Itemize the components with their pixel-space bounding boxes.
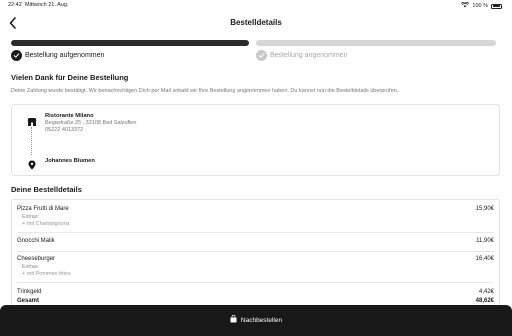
- tip-label: Trinkgeld: [17, 289, 42, 295]
- shopping-bag-icon: [230, 314, 237, 325]
- wifi-icon: [461, 1, 470, 10]
- order-details-title: Deine Bestelldetails: [11, 185, 82, 194]
- item-name: Cheeseburger: [17, 256, 56, 262]
- reorder-button[interactable]: Nachbestellen: [0, 313, 512, 327]
- item-price: 11,90€: [476, 238, 494, 244]
- progress-step-label: Bestellung aufgenommen: [25, 52, 105, 59]
- battery-icon: [491, 3, 502, 9]
- item-extras-label: Extras:: [22, 214, 40, 220]
- progress-step-label: Bestellung angenommen: [270, 52, 348, 59]
- restaurant-icon: [27, 114, 37, 126]
- divider: [17, 232, 494, 233]
- item-name: Pizza Frutti di Mare: [17, 206, 69, 212]
- order-item: Pizza Frutti di Mare 15,90€ Extras: + mi…: [17, 206, 494, 232]
- restaurant-name: Ristorante Milano: [45, 113, 94, 119]
- battery-percent: 100 %: [472, 3, 488, 9]
- footer-bar: Nachbestellen: [0, 305, 512, 336]
- status-time: 22:42: [8, 2, 22, 8]
- page-title: Bestelldetails: [230, 18, 282, 27]
- delivery-route-card: Ristorante Milano Begastraße 25 , 32108 …: [11, 104, 500, 176]
- item-extra: + mit Champignons: [22, 221, 70, 227]
- order-item: Gnocchi Malik 11,90€: [17, 238, 494, 248]
- tip-value: 4,42€: [478, 289, 494, 295]
- divider: [17, 251, 494, 252]
- reorder-label: Nachbestellen: [240, 316, 283, 324]
- confirmation-text: Deine Zahlung wurde bestätigt. Wir benac…: [11, 88, 399, 94]
- order-details-card: Pizza Frutti di Mare 15,90€ Extras: + mi…: [11, 199, 500, 309]
- progress-bar-step-2: [256, 40, 496, 46]
- item-extra: + mit Pommes frites: [22, 271, 71, 277]
- confirmation-title: Vielen Dank für Deine Bestellung: [11, 73, 129, 82]
- status-bar: 22:42 Mittwoch 21. Aug. 100 %: [0, 0, 512, 11]
- check-icon: [11, 50, 22, 61]
- item-price: 16,40€: [475, 256, 494, 262]
- divider: [17, 282, 494, 283]
- total-value: 48,62€: [475, 298, 494, 304]
- order-item: Cheeseburger 16,40€ Extras: + mit Pommes…: [17, 256, 494, 282]
- route-line: [31, 127, 32, 155]
- location-pin-icon: [27, 157, 37, 170]
- restaurant-phone[interactable]: 05222 4013372: [45, 127, 83, 133]
- total-label: Gesamt: [17, 298, 40, 304]
- progress-step-2: Bestellung angenommen: [256, 50, 347, 61]
- item-extras-label: Extras:: [22, 264, 40, 270]
- item-price: 15,90€: [475, 206, 494, 212]
- check-icon: [256, 50, 267, 61]
- navigation-bar: Bestelldetails: [0, 13, 512, 33]
- status-date: Mittwoch 21. Aug.: [25, 2, 69, 8]
- restaurant-address: Begastraße 25 , 32108 Bad Salzuflen: [45, 120, 137, 126]
- progress-step-1: Bestellung aufgenommen: [11, 50, 104, 61]
- status-indicators: 100 %: [461, 1, 502, 10]
- progress-bar-step-1: [11, 40, 249, 46]
- item-name: Gnocchi Malik: [17, 238, 55, 244]
- order-progress: Bestellung aufgenommen Bestellung angeno…: [11, 40, 496, 64]
- customer-name: Johannes Blumen: [45, 158, 95, 164]
